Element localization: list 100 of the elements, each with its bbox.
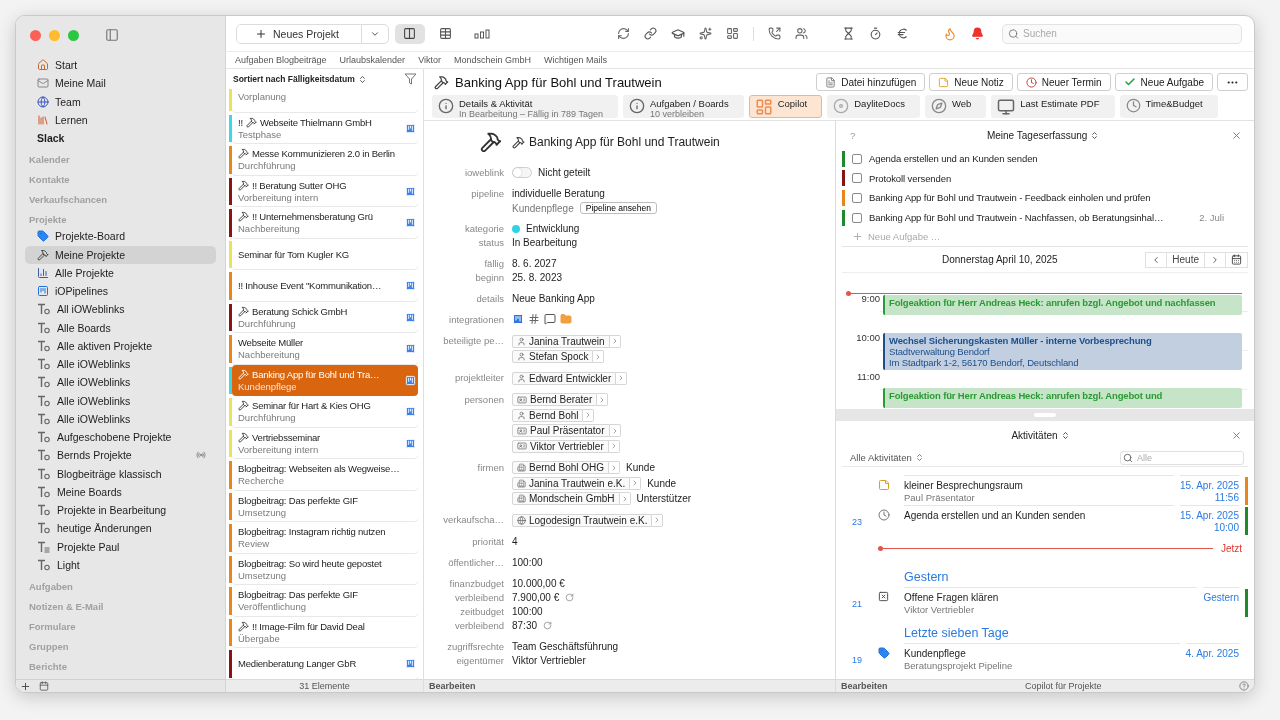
open-button[interactable] <box>597 393 609 407</box>
project-row[interactable]: Messe Kommunizieren 2.0 in Berlin Durchführung <box>232 144 418 176</box>
action-button[interactable]: Neue Notiz <box>929 73 1013 91</box>
tab[interactable]: Time&Budget <box>1119 95 1218 118</box>
open-button[interactable] <box>609 461 621 475</box>
date-picker-button[interactable] <box>1225 251 1248 268</box>
sidebar-toggle-icon[interactable] <box>105 28 119 42</box>
contact-chip[interactable]: Logodesign Trautwein e.K. <box>512 513 653 527</box>
sidebar-item[interactable]: iOPipelines <box>25 282 216 301</box>
action-button[interactable]: Neuer Termin <box>1016 73 1111 91</box>
close-window-button[interactable] <box>30 29 41 41</box>
hourglass-icon[interactable] <box>842 27 855 40</box>
search-field[interactable]: Alle <box>1120 450 1244 465</box>
sparkles-icon[interactable] <box>699 27 712 40</box>
open-button[interactable] <box>652 513 664 527</box>
contact-chip[interactable]: Bernd Berater <box>512 393 598 407</box>
help-icon[interactable] <box>1239 681 1249 691</box>
open-button[interactable] <box>616 371 628 385</box>
project-row[interactable]: Blogbeitrag: Das perfekte GIF Umsetzung <box>232 490 418 522</box>
open-button[interactable] <box>583 408 595 422</box>
favorite-link[interactable]: Wichtigen Mails <box>544 55 608 65</box>
sort-menu[interactable]: Sortiert nach Fälligkeitsdatum <box>233 74 367 84</box>
tab[interactable]: DayliteDocs <box>827 95 920 118</box>
project-row[interactable]: Beratung Schick GmbH Durchführung <box>232 301 418 333</box>
project-row[interactable]: !! Unternehmensberatung Grü Nachbereitung <box>232 207 418 239</box>
open-button[interactable] <box>608 439 620 453</box>
favorite-link[interactable]: Aufgaben Blogbeiträge <box>235 55 327 65</box>
action-button[interactable]: Datei hinzufügen <box>816 73 926 91</box>
sidebar-item[interactable]: All iOWeblinks <box>25 300 216 319</box>
link-icon[interactable] <box>644 27 657 40</box>
sidebar-item[interactable]: Projekte-Board <box>25 227 216 246</box>
chat-icon[interactable] <box>544 313 556 325</box>
sidebar-item[interactable]: Start <box>25 56 216 75</box>
project-row[interactable]: Vertriebsseminar Vorbereitung intern <box>232 427 418 459</box>
activity-filter-menu[interactable]: Alle Aktivitäten <box>850 452 924 463</box>
open-button[interactable] <box>630 476 642 490</box>
sidebar-item[interactable]: Alle iOWeblinks <box>25 355 216 374</box>
refresh-icon[interactable] <box>565 592 575 602</box>
project-row[interactable]: Blogbeitrag: Webseiten als Wegweise… Recherche <box>232 459 418 491</box>
sidebar-item[interactable]: Team <box>25 92 216 111</box>
contact-chip[interactable]: Janina Trautwein e.K. <box>512 476 631 490</box>
checkbox[interactable] <box>852 153 862 164</box>
refresh-icon[interactable] <box>543 620 553 630</box>
new-project-button[interactable]: Neues Projekt <box>236 23 362 44</box>
sidebar-item[interactable]: Projekte in Bearbeitung <box>25 501 216 520</box>
close-icon[interactable] <box>1231 129 1242 141</box>
sidebar-item[interactable]: Alle aktiven Projekte <box>25 336 216 355</box>
panel-title-menu[interactable]: Meine Tageserfassung <box>986 129 1100 141</box>
project-row[interactable]: Blogbeitrag: Das perfekte GIF Veröffentlichung <box>232 585 418 617</box>
contact-chip[interactable]: Viktor Vertriebler <box>512 439 609 453</box>
graduation-cap-icon[interactable] <box>671 26 685 41</box>
euro-icon[interactable] <box>896 27 909 40</box>
calendar-icon[interactable] <box>39 681 49 691</box>
project-row[interactable]: Seminar für Tom Kugler KG <box>232 238 418 270</box>
sidebar-item[interactable]: Projekte Paul <box>25 537 216 556</box>
tab[interactable]: Copilot <box>748 95 823 118</box>
project-row[interactable]: Banking App für Bohl und Tra… Kundenpflege <box>232 364 418 396</box>
contact-chip[interactable]: Bernd Bohl <box>512 408 584 422</box>
tab[interactable]: Details & Aktivität In Bearbeitung – Fällig in 789 Tagen <box>432 95 618 118</box>
refresh-icon[interactable] <box>617 27 630 40</box>
project-row[interactable]: Seminar für Hart & Kies OHG Durchführung <box>232 396 418 428</box>
contact-chip[interactable]: Janina Trautwein <box>512 334 610 348</box>
hash-icon[interactable] <box>528 313 540 325</box>
contact-chip[interactable]: Mondschein GmbH <box>512 492 620 506</box>
sidebar-item[interactable]: Alle Projekte <box>25 263 216 282</box>
action-button[interactable]: Neue Aufgabe <box>1114 73 1213 91</box>
contact-chip[interactable]: Stefan Spock <box>512 350 594 364</box>
contact-chip[interactable]: Edward Entwickler <box>512 371 617 385</box>
project-row[interactable]: Webseite Müller Nachbereitung <box>232 333 418 365</box>
sidebar-item[interactable]: Meine Projekte <box>25 245 216 264</box>
pipeline-button[interactable]: Pipeline ansehen <box>579 202 657 215</box>
favorite-link[interactable]: Viktor <box>418 55 441 65</box>
sidebar-item[interactable]: Slack <box>25 129 216 148</box>
edit-label[interactable]: Bearbeiten <box>429 681 476 691</box>
project-row[interactable]: !! Webseite Thielmann GmbH Testphase <box>232 112 418 144</box>
project-row[interactable]: Blogbeitrag: Instagram richtig nutzen Review <box>232 522 418 554</box>
project-row[interactable]: Vorplanung <box>232 89 418 113</box>
split-handle[interactable] <box>836 409 1254 421</box>
timer-icon[interactable] <box>869 27 882 40</box>
today-button[interactable]: Heute <box>1166 251 1205 268</box>
sidebar-item[interactable]: Alle iOWeblinks <box>25 373 216 392</box>
toggle-switch[interactable] <box>512 167 532 179</box>
sidebar-item[interactable]: Aufgeschobene Projekte <box>25 428 216 447</box>
add-icon[interactable] <box>20 680 31 692</box>
close-icon[interactable] <box>1231 429 1242 441</box>
open-button[interactable] <box>609 334 621 348</box>
tab[interactable]: Last Estimate PDF <box>991 95 1115 118</box>
more-button[interactable] <box>1217 73 1248 91</box>
project-row[interactable]: Medienberatung Langer GbR <box>232 648 418 679</box>
contact-chip[interactable]: Bernd Bohl OHG <box>512 461 610 475</box>
project-row[interactable]: !! Image-Film für David Deal Übergabe <box>232 616 418 648</box>
favorite-link[interactable]: Mondschein GmbH <box>453 55 531 65</box>
sidebar-item[interactable]: Lernen <box>25 110 216 129</box>
zoom-window-button[interactable] <box>68 29 79 41</box>
open-button[interactable] <box>593 350 605 364</box>
sidebar-item[interactable]: Light <box>25 555 216 574</box>
favorite-link[interactable]: Urlaubskalender <box>339 55 406 65</box>
tab[interactable]: Web <box>924 95 987 118</box>
sidebar-item[interactable]: Alle Boards <box>25 318 216 337</box>
search-field[interactable]: Suchen <box>1002 23 1242 44</box>
